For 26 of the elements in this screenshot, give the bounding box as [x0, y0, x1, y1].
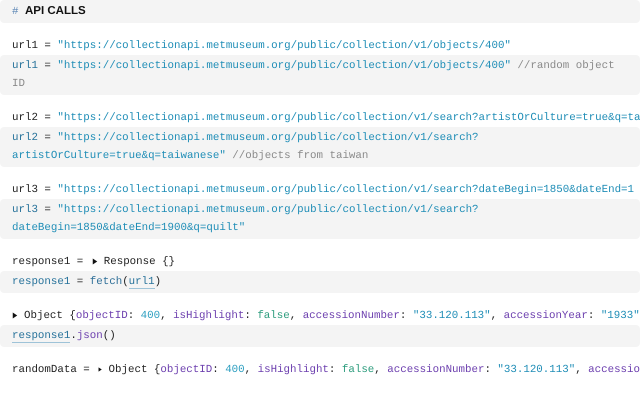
- code-cell[interactable]: url1 = "https://collectionapi.metmuseum.org/public/collection/v1/objects/400" //random object ID: [0, 55, 640, 95]
- expand-icon[interactable]: [98, 366, 103, 373]
- code-cell[interactable]: url2 = "https://collectionapi.metmuseum.org/public/collection/v1/search? artistOrCulture=true&q=taiwanese" //objects from taiwan: [0, 127, 640, 167]
- code-cell[interactable]: response1.json(): [0, 325, 640, 347]
- cell-output: url1 = "https://collectionapi.metmuseum.org/public/collection/v1/objects/400": [12, 38, 511, 54]
- code-cell[interactable]: url3 = "https://collectionapi.metmuseum.org/public/collection/v1/search? dateBegin=1850&dateEnd=1900&q=quilt": [0, 199, 640, 239]
- cell-output: Object {objectID: 400, isHighlight: false, accessionNumber: "33.120.113", accessionYear: "1933": [24, 308, 640, 324]
- code-cell[interactable]: # API CALLS: [0, 0, 640, 23]
- code-line: response1 = fetch(url1): [12, 275, 162, 291]
- code-line: # API CALLS: [12, 4, 87, 20]
- cell-output: Response {}: [104, 254, 176, 270]
- cell-output: randomData =: [12, 362, 91, 378]
- cell-output: url2 = "https://collectionapi.metmuseum.org/public/collection/v1/search?artistOrCulture=true&q=ta: [12, 110, 640, 126]
- cell-output: Object {objectID: 400, isHighlight: false, accessionNumber: "33.120.113", accessio: [108, 362, 640, 378]
- expand-icon[interactable]: [12, 312, 18, 319]
- code-line: dateBegin=1850&dateEnd=1900&q=quilt": [12, 221, 246, 236]
- code-line: url2 = "https://collectionapi.metmuseum.org/public/collection/v1/search?: [12, 131, 480, 146]
- code-line: url3 = "https://collectionapi.metmuseum.org/public/collection/v1/search?: [12, 203, 480, 218]
- code-line: response1.json(): [12, 329, 117, 345]
- expand-icon[interactable]: [92, 258, 98, 265]
- code-line: ID: [12, 77, 26, 92]
- code-cell[interactable]: response1 = fetch(url1): [0, 271, 640, 293]
- cell-output: url3 = "https://collectionapi.metmuseum.org/public/collection/v1/search?dateBegin=1850&dateEnd=1: [12, 182, 634, 198]
- code-line: artistOrCulture=true&q=taiwanese" //objects from taiwan: [12, 149, 370, 164]
- code-line: url1 = "https://collectionapi.metmuseum.org/public/collection/v1/objects/400" //random object: [12, 59, 616, 74]
- cell-output: response1 =: [12, 254, 84, 270]
